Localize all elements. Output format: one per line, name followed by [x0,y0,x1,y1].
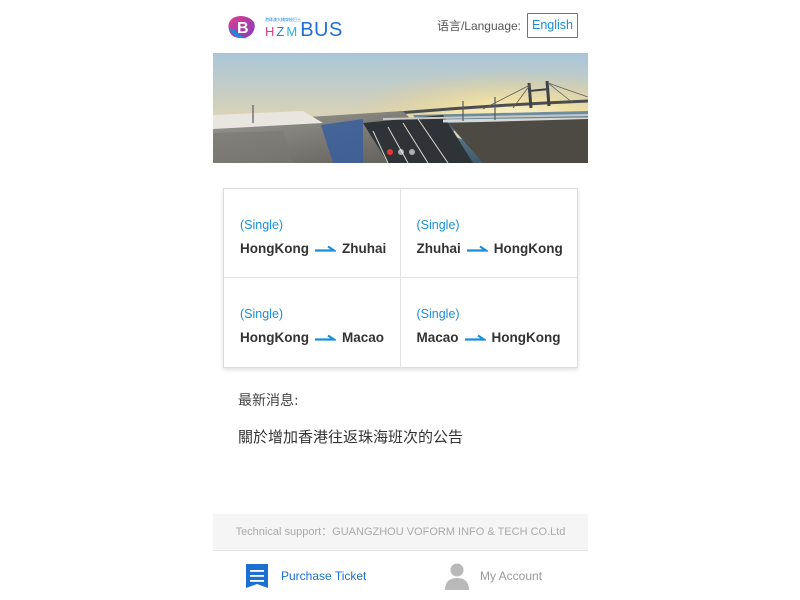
ticket-list-icon [246,564,268,588]
logo-small-text: 港珠澳大橋穿梭巴士 [265,17,301,22]
bottom-tab-bar: Purchase Ticket My Account [213,550,588,600]
app-container: B 港珠澳大橋穿梭巴士 HZM BUS 语言/Language: English [213,0,588,600]
carousel-dot-2[interactable] [397,149,404,155]
route-zhuhai-hongkong[interactable]: (Single) Zhuhai HongKong [400,189,577,278]
language-switcher: 语言/Language: English [437,13,578,38]
banner-image [213,53,588,163]
banner-carousel[interactable] [213,53,588,163]
svg-text:B: B [237,20,249,37]
route-to: HongKong [491,330,561,345]
tab-purchase-ticket[interactable]: Purchase Ticket [244,561,366,591]
route-to: Zhuhai [341,241,387,256]
route-type: (Single) [416,218,460,232]
route-hongkong-macao[interactable]: (Single) HongKong Macao [224,278,401,367]
route-hongkong-zhuhai[interactable]: (Single) HongKong Zhuhai [224,189,401,278]
language-select-button[interactable]: English [527,13,578,38]
right-arrow-icon [314,245,336,252]
header: B 港珠澳大橋穿梭巴士 HZM BUS 语言/Language: English [213,0,588,53]
language-label: 语言/Language: [436,19,521,33]
logo[interactable]: B 港珠澳大橋穿梭巴士 HZM BUS [227,14,343,40]
user-silhouette-icon [445,563,469,590]
tab-purchase-label: Purchase Ticket [281,569,367,583]
carousel-dots [213,149,588,155]
tab-my-account[interactable]: My Account [445,561,542,591]
carousel-dot-3[interactable] [408,149,415,155]
route-from: Macao [416,330,459,345]
logo-hzm-text: HZM [265,24,300,39]
news-item-link[interactable]: 關於增加香港往返珠海班次的公告 [238,426,463,447]
route-type: (Single) [240,307,284,321]
route-from: HongKong [240,241,309,256]
right-arrow-icon [464,334,486,341]
news-title: 最新消息: [238,393,299,409]
tab-account-label: My Account [480,569,543,583]
logo-bus-text: BUS [300,19,343,41]
route-type: (Single) [416,307,460,321]
right-arrow-icon [466,245,488,252]
route-from: Zhuhai [416,241,461,256]
carousel-dot-1[interactable] [386,149,393,155]
hzm-bus-logo-icon: B [227,14,257,40]
route-to: Macao [341,330,385,345]
route-grid: (Single) HongKong Zhuhai (Single) Zhuhai… [223,188,578,368]
technical-support-text: Technical support：GUANGZHOU VOFORM INFO … [213,514,588,550]
route-from: HongKong [240,330,309,345]
route-to: HongKong [493,241,563,256]
route-type: (Single) [240,218,284,232]
route-macao-hongkong[interactable]: (Single) Macao HongKong [401,278,578,367]
right-arrow-icon [314,334,336,341]
